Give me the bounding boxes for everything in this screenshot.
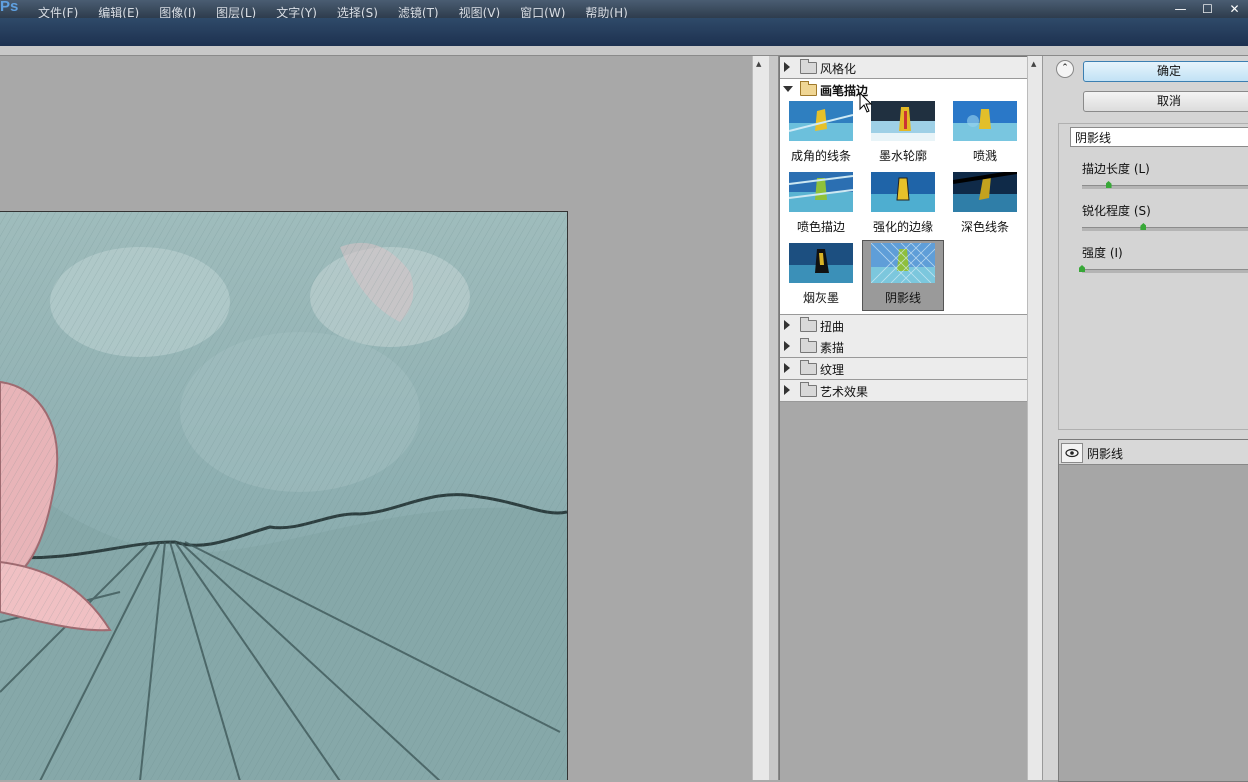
- filter-thumb-label: 深色线条: [960, 220, 1009, 234]
- filter-thumb-label: 墨水轮廓: [878, 149, 927, 163]
- filter-thumb-spatter[interactable]: 喷溅: [953, 101, 1017, 164]
- eye-visibility-icon[interactable]: [1061, 443, 1083, 463]
- expand-triangle-icon[interactable]: [784, 62, 790, 72]
- category-label: 艺术效果: [820, 385, 869, 399]
- expand-triangle-icon[interactable]: [784, 385, 790, 395]
- menu-item[interactable]: 选择(S): [337, 6, 378, 18]
- collapse-gallery-icon[interactable]: ⌃: [1056, 60, 1074, 78]
- category-label: 扭曲: [820, 320, 845, 334]
- filter-thumbnail-image: [788, 172, 854, 212]
- maximize-button[interactable]: ☐: [1194, 0, 1221, 18]
- category-brush-strokes[interactable]: 画笔描边: [780, 79, 1028, 100]
- app-logo: Ps: [0, 0, 19, 15]
- filter-thumb-accented-edges[interactable]: 强化的边缘: [871, 172, 935, 235]
- filter-thumb-dark-strokes[interactable]: 深色线条: [952, 170, 1018, 235]
- expand-triangle-icon[interactable]: [784, 363, 790, 373]
- folder-icon: [800, 317, 817, 332]
- folder-icon: [800, 338, 817, 353]
- preview-image: [0, 211, 568, 780]
- filter-gallery: 风格化 画笔描边 成角的线条 墨水轮廓 喷溅 喷色描边 强化的边缘 深色线条 烟…: [779, 56, 1028, 403]
- effect-layer-row[interactable]: 阴影线: [1059, 440, 1248, 465]
- category-stylize[interactable]: 风格化: [780, 57, 1028, 79]
- folder-icon: [800, 382, 817, 397]
- filter-thumb-label: 成角的线条: [790, 149, 851, 163]
- panel-divider[interactable]: [769, 56, 779, 780]
- menu-item[interactable]: 文件(F): [38, 6, 78, 18]
- folder-icon: [800, 59, 817, 74]
- menu-item[interactable]: 编辑(E): [98, 6, 139, 18]
- gallery-empty-area: [779, 402, 1028, 780]
- category-label: 风格化: [820, 62, 857, 76]
- menu-item[interactable]: 文字(Y): [276, 6, 317, 18]
- minimize-button[interactable]: —: [1167, 0, 1194, 18]
- filter-thumb-sprayed-strokes[interactable]: 喷色描边: [788, 172, 854, 235]
- category-sketch[interactable]: 素描: [780, 336, 1028, 358]
- menu-item[interactable]: 图层(L): [216, 6, 256, 18]
- filter-thumbnail-image: [789, 243, 853, 283]
- filter-thumb-ink-outlines[interactable]: 墨水轮廓: [871, 101, 935, 164]
- filter-thumb-label: 强化的边缘: [872, 220, 933, 234]
- effect-layer-name: 阴影线: [1087, 447, 1124, 461]
- menu-item[interactable]: 帮助(H): [585, 6, 627, 18]
- menu-item[interactable]: 窗口(W): [520, 6, 565, 18]
- filter-thumbnail-image: [870, 242, 936, 284]
- menu-bar: Ps 文件(F) 编辑(E) 图像(I) 图层(L) 文字(Y) 选择(S) 滤镜(T) 视图…: [0, 0, 1248, 18]
- filter-thumb-sumi-e[interactable]: 烟灰墨: [789, 243, 853, 306]
- menu-item[interactable]: 视图(V): [459, 6, 501, 18]
- sharpness-slider[interactable]: [1082, 227, 1248, 231]
- filter-thumbnail-image: [952, 170, 1018, 212]
- category-label: 素描: [820, 341, 845, 355]
- ok-button[interactable]: 确定: [1083, 61, 1248, 82]
- open-folder-icon: [800, 81, 817, 96]
- filter-thumb-label: 烟灰墨: [802, 291, 839, 305]
- filter-thumb-angled-strokes[interactable]: 成角的线条: [788, 101, 854, 164]
- filter-thumb-label: 喷色描边: [796, 220, 845, 234]
- folder-icon: [800, 360, 817, 375]
- menu-item[interactable]: 滤镜(T): [398, 6, 439, 18]
- expand-triangle-icon[interactable]: [784, 320, 790, 330]
- cancel-button[interactable]: 取消: [1083, 91, 1248, 112]
- filter-select-dropdown[interactable]: 阴影线: [1070, 127, 1248, 147]
- menu-item[interactable]: 图像(I): [159, 6, 196, 18]
- dialog-top-strip: [0, 46, 1248, 56]
- options-bar: [0, 18, 1248, 46]
- effect-layers-panel: 阴影线: [1058, 439, 1248, 782]
- window-controls: — ☐ ✕: [1167, 0, 1248, 18]
- category-artistic[interactable]: 艺术效果: [780, 380, 1028, 402]
- filter-thumbnail-image: [953, 101, 1017, 141]
- filter-thumbnail-image: [788, 101, 854, 141]
- preview-area[interactable]: [0, 56, 752, 780]
- category-distort[interactable]: 扭曲: [780, 314, 1028, 337]
- filter-thumbnail-image: [871, 101, 935, 141]
- sharpness-label: 锐化程度 (S): [1082, 204, 1151, 218]
- filter-thumb-label: 喷溅: [972, 149, 997, 163]
- menu-items: 文件(F) 编辑(E) 图像(I) 图层(L) 文字(Y) 选择(S) 滤镜(T) 视图(V)…: [38, 6, 628, 18]
- filter-thumb-crosshatch[interactable]: 阴影线: [862, 240, 944, 311]
- expand-triangle-icon[interactable]: [784, 341, 790, 351]
- filter-thumb-label: 阴影线: [884, 291, 921, 305]
- category-label: 纹理: [820, 363, 845, 377]
- gallery-scrollbar[interactable]: ▲: [1027, 56, 1042, 780]
- close-button[interactable]: ✕: [1221, 0, 1248, 18]
- filter-thumbnail-image: [871, 172, 935, 212]
- stroke-length-label: 描边长度 (L): [1082, 162, 1150, 176]
- strength-label: 强度 (I): [1082, 246, 1123, 260]
- collapse-triangle-icon[interactable]: [783, 86, 793, 92]
- preview-scrollbar[interactable]: ▲: [752, 56, 770, 780]
- strength-slider[interactable]: [1082, 269, 1248, 273]
- mouse-cursor-icon: [859, 92, 873, 113]
- category-texture[interactable]: 纹理: [780, 358, 1028, 380]
